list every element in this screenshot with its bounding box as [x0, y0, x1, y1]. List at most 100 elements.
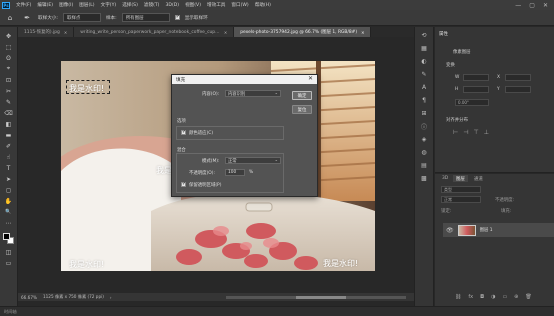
sample-size-select[interactable]: 取样点 [62, 13, 101, 22]
x-field[interactable] [505, 74, 531, 81]
trash-icon[interactable]: 🗑 [525, 294, 531, 300]
close-tab-icon[interactable]: ✕ [224, 30, 227, 35]
lasso-tool-icon[interactable]: ʘ [3, 53, 15, 63]
path-select-tool-icon[interactable]: ➤ [3, 174, 15, 184]
tab-document-active[interactable]: pexels-photo-3757942.jpg @ 66.7% (图层 1, … [234, 27, 372, 37]
close-tab-icon[interactable]: ✕ [64, 30, 67, 35]
close-window-icon[interactable]: ✕ [543, 2, 548, 9]
angle-field[interactable]: 0.00° [455, 99, 489, 106]
menu-file[interactable]: 文件(F) [13, 2, 34, 8]
adjustments-icon[interactable]: ◐ [419, 57, 429, 65]
properties-tab[interactable]: 属性 [439, 31, 448, 37]
link-icon[interactable]: ⛓ [455, 294, 461, 300]
show-ring-checkbox[interactable] [174, 14, 180, 20]
transform-section-label[interactable]: 变换 [446, 62, 455, 68]
menu-window[interactable]: 窗口(W) [228, 2, 251, 8]
align-center-icon[interactable]: ⊣ [463, 129, 468, 136]
layer-kind-filter[interactable]: 类型 [441, 186, 481, 193]
quick-select-tool-icon[interactable]: ⌖ [3, 64, 15, 74]
close-tab-icon[interactable]: ✕ [361, 30, 364, 35]
tab-document-1[interactable]: 1115-恢复的).jpg ✕ [18, 27, 75, 37]
navigator-icon[interactable]: ◈ [419, 135, 429, 143]
menu-3d[interactable]: 3D(D) [162, 3, 182, 8]
tab-3d[interactable]: 3D [439, 175, 451, 182]
crop-tool-icon[interactable]: ⊡ [3, 75, 15, 85]
hand-tool-icon[interactable]: ✋ [3, 196, 15, 206]
sample-select[interactable]: 所有图层 [121, 13, 170, 22]
color-adapt-checkbox[interactable] [181, 129, 186, 135]
ok-button[interactable]: 确定 [292, 91, 312, 100]
selection-marquee[interactable] [66, 80, 110, 94]
color-icon[interactable]: ◍ [419, 148, 429, 156]
blend-mode-select[interactable]: 正常 [441, 196, 481, 203]
zoom-tool-icon[interactable]: 🔍 [3, 207, 15, 217]
menu-layer[interactable]: 图层(L) [76, 2, 97, 8]
timeline-tab[interactable]: 时间轴 [4, 309, 17, 315]
tab-layers[interactable]: 图层 [453, 175, 468, 182]
reset-button[interactable]: 复位 [292, 105, 312, 114]
menu-type[interactable]: 文字(Y) [98, 2, 120, 8]
history-icon[interactable]: ⟲ [419, 31, 429, 39]
fx-icon[interactable]: fx [468, 294, 473, 300]
character-icon[interactable]: A [419, 83, 429, 91]
menu-filter[interactable]: 滤镜(T) [141, 2, 163, 8]
align-right-icon[interactable]: ⊤ [473, 129, 478, 136]
color-swatches[interactable] [2, 232, 16, 246]
horizontal-scrollbar[interactable] [226, 295, 406, 299]
gradient-tool-icon[interactable]: ◧ [3, 119, 15, 129]
marquee-tool-icon[interactable]: ⬚ [3, 42, 15, 52]
type-tool-icon[interactable]: T [3, 163, 15, 173]
home-icon[interactable]: ⌂ [4, 13, 16, 23]
more-tools-icon[interactable]: ⋯ [3, 218, 15, 228]
paragraph-icon[interactable]: ¶ [419, 96, 429, 104]
height-field[interactable] [463, 86, 489, 93]
new-layer-icon[interactable]: ⊕ [514, 294, 518, 300]
menu-plugins[interactable]: 增效工具 [204, 2, 228, 8]
menu-help[interactable]: 帮助(H) [252, 2, 274, 8]
shape-tool-icon[interactable]: ◻ [3, 185, 15, 195]
menu-view[interactable]: 视图(V) [182, 2, 204, 8]
align-section-label[interactable]: 对齐并分布 [446, 117, 468, 123]
info-icon[interactable]: ⓘ [419, 122, 429, 131]
mode-select[interactable]: 正常 ⌄ [225, 157, 281, 164]
brush-tool-icon[interactable]: ✎ [3, 97, 15, 107]
content-select[interactable]: 内容识别 ⌄ [225, 90, 281, 97]
hand-pointer-icon[interactable]: ☝ [3, 152, 15, 162]
visibility-eye-icon[interactable]: 👁 [446, 227, 454, 234]
opacity-input[interactable]: 100 [225, 169, 245, 176]
tab-document-2[interactable]: writing_write_person_paperwork_paper_not… [74, 27, 235, 37]
folder-icon[interactable]: ▭ [502, 294, 507, 300]
mask-icon[interactable]: ◘ [480, 294, 484, 300]
adjustment-icon[interactable]: ◑ [491, 294, 495, 300]
chevron-right-icon[interactable]: › [110, 295, 112, 300]
align-left-icon[interactable]: ⊢ [453, 129, 458, 136]
y-field[interactable] [505, 86, 531, 93]
tab-channels[interactable]: 通道 [471, 175, 486, 182]
close-icon[interactable]: ✕ [308, 75, 313, 82]
eyedropper-tool-icon[interactable]: ✒ [21, 13, 33, 23]
slice-tool-icon[interactable]: ✂ [3, 86, 15, 96]
move-tool-icon[interactable]: ✥ [3, 31, 15, 41]
scrollbar-thumb[interactable] [296, 295, 346, 299]
pen-tool-icon[interactable]: ✐ [3, 141, 15, 151]
maximize-icon[interactable]: ▢ [529, 2, 535, 9]
blur-tool-icon[interactable]: ▬ [3, 130, 15, 140]
width-field[interactable] [463, 74, 489, 81]
quick-mask-icon[interactable]: ◫ [3, 247, 15, 257]
libraries-icon[interactable]: ⊞ [419, 109, 429, 117]
layer-name[interactable]: 图层 1 [480, 227, 493, 233]
preserve-transparency-checkbox[interactable] [181, 181, 186, 187]
eraser-tool-icon[interactable]: ⌫ [3, 108, 15, 118]
screen-mode-icon[interactable]: ▭ [3, 258, 15, 268]
gradient-icon[interactable]: ▤ [419, 161, 429, 169]
layer-row[interactable]: 👁 图层 1 [443, 223, 554, 237]
minimize-icon[interactable]: — [515, 2, 521, 9]
zoom-level[interactable]: 66.67% [21, 295, 37, 300]
menu-edit[interactable]: 编辑(E) [34, 2, 56, 8]
swatches-icon[interactable]: ▦ [419, 44, 429, 52]
align-top-icon[interactable]: ⊥ [484, 129, 489, 136]
menu-select[interactable]: 选择(S) [119, 2, 141, 8]
foreground-color-swatch[interactable] [2, 233, 10, 240]
patterns-icon[interactable]: ▩ [419, 174, 429, 182]
brush-settings-icon[interactable]: ✎ [419, 70, 429, 78]
